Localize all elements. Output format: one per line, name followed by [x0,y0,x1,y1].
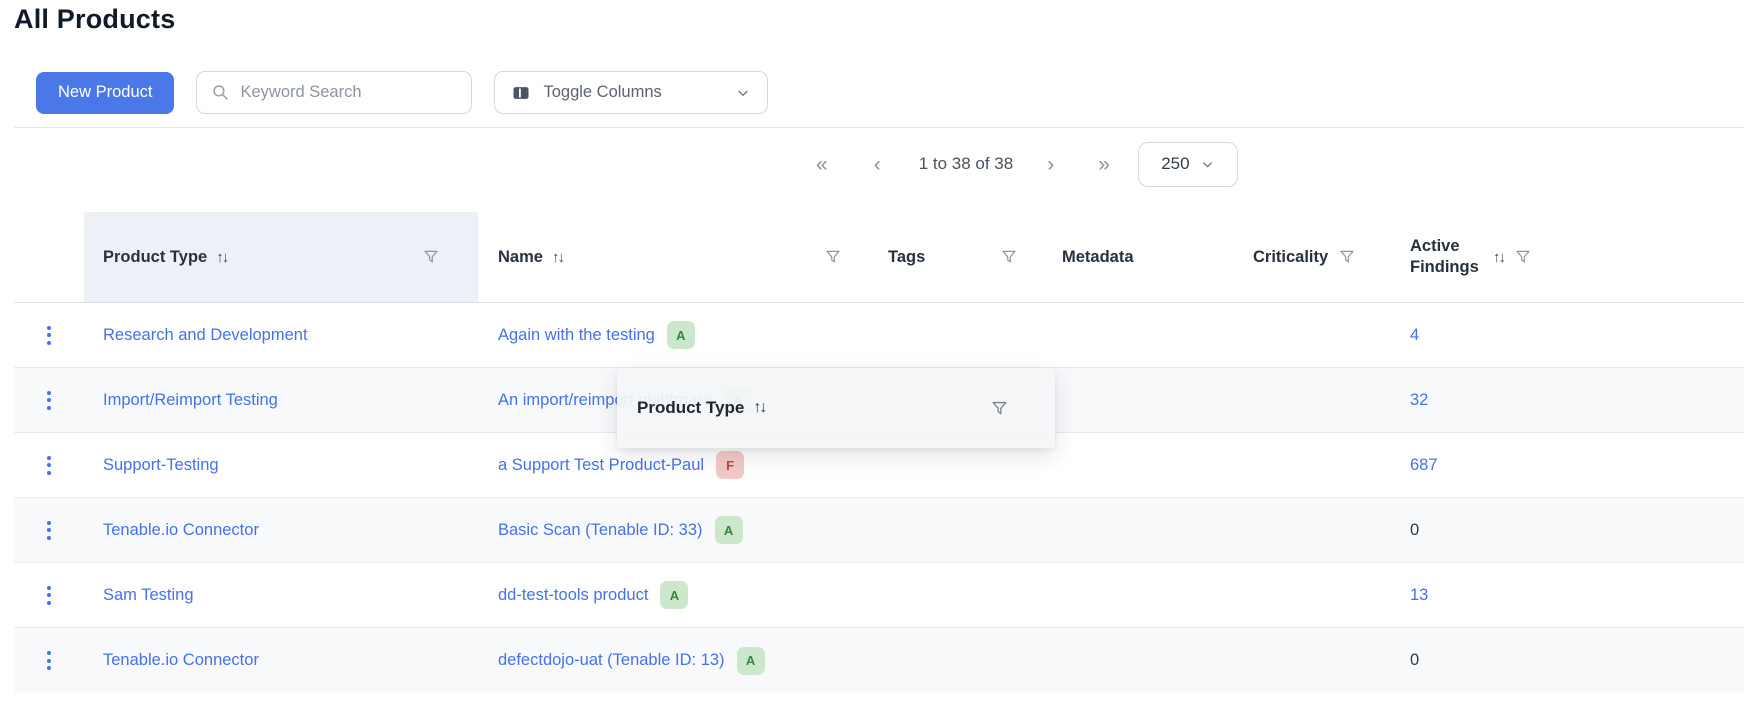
page-title: All Products [14,4,175,35]
metadata-cell [1062,433,1253,497]
products-table: Product Type ↑↓ Name ↑↓ Tags Metadata Cr… [14,212,1744,693]
row-actions-kebab-icon[interactable] [43,452,55,479]
sort-icon[interactable]: ↑↓ [216,249,227,266]
product-name-link[interactable]: a Support Test Product-Paul [498,456,704,475]
toggle-columns-dropdown[interactable]: Toggle Columns [494,71,768,114]
toggle-columns-label: Toggle Columns [543,83,661,102]
product-type-link[interactable]: Tenable.io Connector [103,521,259,540]
tags-cell [888,628,1062,693]
first-page-button[interactable]: « [816,154,828,175]
product-type-link[interactable]: Research and Development [103,326,308,345]
table-row: Research and Development Again with the … [14,303,1744,368]
chevron-down-icon [735,85,751,101]
table-header-row: Product Type ↑↓ Name ↑↓ Tags Metadata Cr… [14,212,1744,303]
keyword-search-input[interactable] [240,83,457,102]
column-label: Criticality [1253,248,1328,267]
chevron-down-icon [1200,157,1215,172]
grade-badge[interactable]: F [716,451,744,479]
column-label: Name [498,248,543,267]
row-actions-kebab-icon[interactable] [43,582,55,609]
columns-icon [511,83,531,103]
column-header-product-type[interactable]: Product Type ↑↓ [84,212,478,302]
filter-icon [990,399,1009,418]
column-label: Metadata [1062,248,1134,267]
active-findings-value[interactable]: 687 [1410,456,1438,475]
active-findings-value[interactable]: 4 [1410,326,1419,345]
filter-icon[interactable] [1514,248,1532,266]
pagination: « ‹ 1 to 38 of 38 › » 250 [800,141,1238,187]
filter-icon[interactable] [824,248,842,266]
tags-cell [888,498,1062,562]
criticality-cell [1253,303,1403,367]
product-type-link[interactable]: Tenable.io Connector [103,651,259,670]
column-header-criticality[interactable]: Criticality [1253,212,1403,302]
column-label: Product Type [103,248,207,267]
filter-icon[interactable] [1338,248,1356,266]
metadata-cell [1062,498,1253,562]
drag-ghost-column-header: Product Type ↑↓ [617,368,1055,448]
column-label: Tags [888,248,925,267]
product-name-link[interactable]: dd-test-tools product [498,586,648,605]
product-name-link[interactable]: Again with the testing [498,326,655,345]
keyword-search-box[interactable] [196,71,472,114]
sort-icon[interactable]: ↑↓ [552,249,563,266]
last-page-button[interactable]: » [1098,154,1110,175]
actions-column-header [14,212,84,302]
criticality-cell [1253,563,1403,627]
grade-badge[interactable]: A [667,321,695,349]
criticality-cell [1253,368,1403,432]
row-actions-kebab-icon[interactable] [43,647,55,674]
sort-icon: ↑↓ [753,399,765,417]
next-page-button[interactable]: › [1047,154,1054,175]
product-type-link[interactable]: Support-Testing [103,456,219,475]
table-row: Tenable.io Connector Basic Scan (Tenable… [14,498,1744,563]
criticality-cell [1253,628,1403,693]
search-icon [211,83,230,102]
column-header-active-findings[interactable]: Active Findings ↑↓ [1403,212,1744,302]
sort-icon[interactable]: ↑↓ [1493,249,1504,266]
column-header-name[interactable]: Name ↑↓ [478,212,888,302]
toolbar: New Product Toggle Columns [36,71,768,114]
prev-page-button[interactable]: ‹ [874,154,881,175]
metadata-cell [1062,368,1253,432]
metadata-cell [1062,563,1253,627]
drag-ghost-label: Product Type [637,398,744,418]
product-type-link[interactable]: Sam Testing [103,586,194,605]
criticality-cell [1253,433,1403,497]
row-actions-kebab-icon[interactable] [43,322,55,349]
filter-icon[interactable] [1000,248,1018,266]
metadata-cell [1062,303,1253,367]
table-row: Sam Testing dd-test-tools product A 13 [14,563,1744,628]
filter-icon[interactable] [422,248,440,266]
table-body: Research and Development Again with the … [14,303,1744,693]
criticality-cell [1253,498,1403,562]
grade-badge[interactable]: A [660,581,688,609]
column-header-metadata[interactable]: Metadata [1062,212,1253,302]
active-findings-value[interactable]: 32 [1410,391,1428,410]
pagination-range-text: 1 to 38 of 38 [919,154,1014,174]
product-name-link[interactable]: defectdojo-uat (Tenable ID: 13) [498,651,725,670]
column-label: Active Findings [1410,236,1484,279]
active-findings-value[interactable]: 13 [1410,586,1428,605]
active-findings-value: 0 [1410,651,1419,670]
column-header-tags[interactable]: Tags [888,212,1062,302]
toolbar-divider [14,127,1744,128]
row-actions-kebab-icon[interactable] [43,517,55,544]
grade-badge[interactable]: A [737,647,765,675]
page-size-value: 250 [1161,154,1189,174]
row-actions-kebab-icon[interactable] [43,387,55,414]
metadata-cell [1062,628,1253,693]
page-size-select[interactable]: 250 [1138,142,1238,187]
active-findings-value: 0 [1410,521,1419,540]
table-row: Tenable.io Connector defectdojo-uat (Ten… [14,628,1744,693]
grade-badge[interactable]: A [715,516,743,544]
tags-cell [888,303,1062,367]
new-product-button[interactable]: New Product [36,72,174,114]
product-type-link[interactable]: Import/Reimport Testing [103,391,278,410]
tags-cell [888,563,1062,627]
product-name-link[interactable]: Basic Scan (Tenable ID: 33) [498,521,703,540]
